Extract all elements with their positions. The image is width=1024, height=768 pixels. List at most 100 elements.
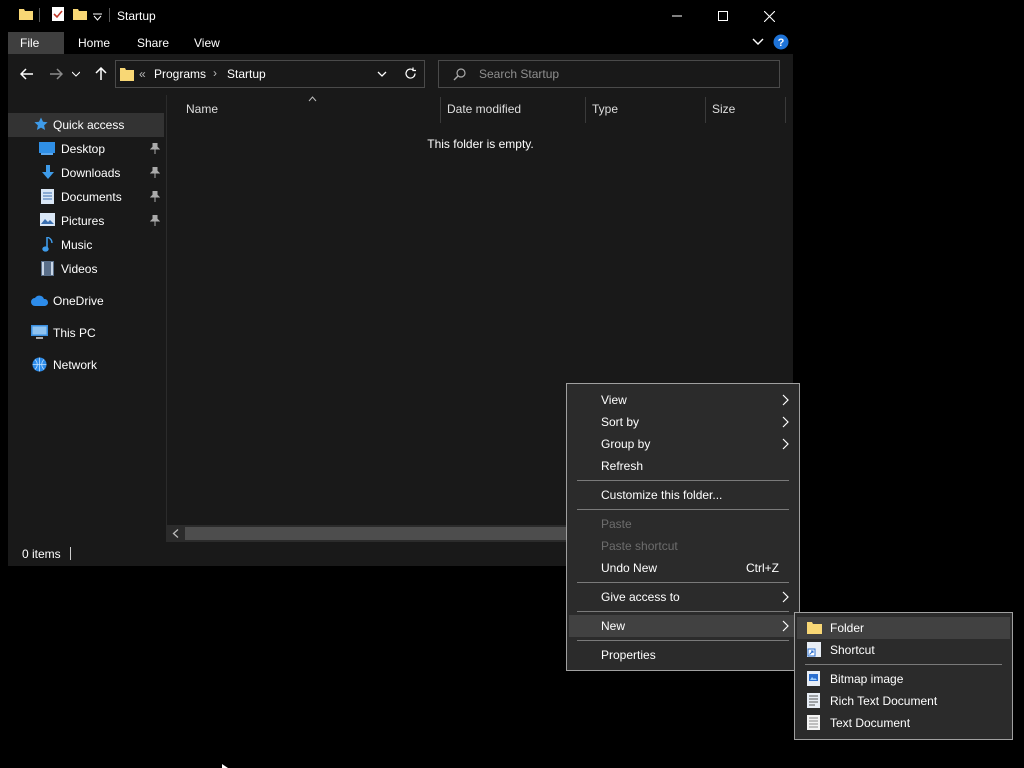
column-divider[interactable] — [705, 97, 706, 123]
menu-label: Undo New — [601, 561, 658, 575]
nav-onedrive[interactable]: OneDrive — [8, 289, 164, 313]
column-header-size[interactable]: Size — [712, 102, 735, 116]
nav-network[interactable]: Network — [8, 353, 164, 377]
submenu-arrow-icon — [782, 620, 789, 632]
menu-label: Rich Text Document — [830, 694, 938, 708]
search-box[interactable]: Search Startup — [438, 60, 780, 88]
new-shortcut-item[interactable]: Shortcut — [797, 639, 1010, 661]
tab-share[interactable]: Share — [125, 32, 181, 54]
qat-dropdown-icon[interactable] — [93, 12, 102, 21]
nav-downloads[interactable]: Downloads — [8, 161, 164, 185]
nav-label: OneDrive — [53, 294, 104, 308]
breadcrumb-separator[interactable]: › — [213, 66, 217, 80]
ribbon-tabs: File Home Share View ? — [8, 32, 793, 54]
maximize-button[interactable] — [700, 0, 746, 32]
nav-this-pc[interactable]: This PC — [8, 321, 164, 345]
up-button[interactable] — [91, 64, 111, 84]
nav-label: Documents — [61, 190, 122, 204]
menu-label: Paste — [601, 517, 632, 531]
folder-icon — [120, 66, 134, 82]
column-header-type[interactable]: Type — [592, 102, 618, 116]
refresh-icon[interactable] — [404, 67, 417, 80]
nav-label: Downloads — [61, 166, 121, 180]
address-bar[interactable]: « Programs › Startup — [115, 60, 425, 88]
menu-item-new[interactable]: New — [569, 615, 797, 637]
forward-button[interactable] — [46, 64, 66, 84]
recent-locations-chevron-icon[interactable] — [70, 64, 82, 84]
address-dropdown-chevron-icon[interactable] — [377, 71, 387, 78]
close-button[interactable] — [746, 0, 792, 32]
menu-label: Text Document — [830, 716, 911, 730]
nav-label: Network — [53, 358, 98, 372]
pin-icon[interactable] — [150, 191, 160, 202]
desktop-icon — [39, 141, 55, 155]
new-rich-text-item[interactable]: Rich Text Document — [797, 690, 1010, 712]
menu-item-view[interactable]: View — [569, 389, 797, 411]
menu-separator — [577, 480, 789, 481]
network-icon — [31, 357, 48, 372]
column-divider[interactable] — [440, 97, 441, 123]
nav-music[interactable]: Music — [8, 233, 164, 257]
menu-item-group-by[interactable]: Group by — [569, 433, 797, 455]
minimize-button[interactable] — [654, 0, 700, 32]
submenu-arrow-icon — [782, 394, 789, 406]
tab-view[interactable]: View — [182, 32, 232, 54]
expand-ribbon-chevron-icon[interactable] — [752, 37, 764, 47]
menu-separator — [577, 582, 789, 583]
nav-documents[interactable]: Documents — [8, 185, 164, 209]
empty-folder-message: This folder is empty. — [427, 137, 534, 151]
menu-item-customize-folder[interactable]: Customize this folder... — [569, 484, 797, 506]
music-note-icon — [42, 237, 54, 252]
pin-icon[interactable] — [150, 215, 160, 226]
breadcrumb-startup[interactable]: Startup — [227, 67, 266, 81]
sort-up-chevron-icon — [308, 96, 317, 102]
back-button[interactable] — [17, 64, 37, 84]
documents-icon — [41, 189, 54, 204]
menu-label: New — [601, 619, 626, 633]
menu-item-sort-by[interactable]: Sort by — [569, 411, 797, 433]
item-count: 0 items — [22, 547, 61, 561]
nav-desktop[interactable]: Desktop — [8, 137, 164, 161]
new-bitmap-item[interactable]: Bitmap image — [797, 668, 1010, 690]
menu-item-undo-new[interactable]: Undo New Ctrl+Z — [569, 557, 797, 579]
new-submenu: Folder Shortcut Bitmap image Rich Text D… — [794, 612, 1013, 740]
pin-icon[interactable] — [150, 167, 160, 178]
column-header-date-modified[interactable]: Date modified — [447, 102, 521, 116]
new-text-document-item[interactable]: Text Document — [797, 712, 1010, 734]
tab-file[interactable]: File — [8, 32, 64, 54]
new-folder-qat-icon[interactable] — [72, 6, 88, 22]
qat-divider — [39, 8, 40, 22]
menu-label: Refresh — [601, 459, 644, 473]
nav-pictures[interactable]: Pictures — [8, 209, 164, 233]
shortcut-icon — [807, 642, 821, 657]
menu-item-paste-shortcut[interactable]: Paste shortcut — [569, 535, 797, 557]
nav-videos[interactable]: Videos — [8, 257, 164, 281]
menu-item-refresh[interactable]: Refresh — [569, 455, 797, 477]
menu-item-paste[interactable]: Paste — [569, 513, 797, 535]
nav-label: Quick access — [53, 118, 125, 132]
properties-qat-icon[interactable] — [50, 6, 66, 22]
nav-label: Pictures — [61, 214, 105, 228]
breadcrumb-programs[interactable]: Programs — [154, 67, 206, 81]
help-icon[interactable]: ? — [773, 34, 789, 50]
menu-label: Give access to — [601, 590, 680, 604]
column-divider[interactable] — [785, 97, 786, 123]
tab-home[interactable]: Home — [66, 32, 122, 54]
pin-icon[interactable] — [150, 143, 160, 154]
menu-separator — [577, 611, 789, 612]
new-folder-item[interactable]: Folder — [797, 617, 1010, 639]
scroll-left-icon[interactable] — [172, 529, 179, 538]
videos-icon — [41, 261, 54, 276]
column-header-name[interactable]: Name — [186, 102, 218, 116]
nav-quick-access[interactable]: Quick access — [8, 113, 164, 137]
menu-label: Shortcut — [830, 643, 875, 657]
menu-item-properties[interactable]: Properties — [569, 644, 797, 666]
column-divider[interactable] — [585, 97, 586, 123]
search-input[interactable]: Search Startup — [479, 67, 559, 81]
context-menu: View Sort by Group by Refresh Customize … — [566, 383, 800, 671]
menu-item-give-access[interactable]: Give access to — [569, 586, 797, 608]
menu-label: Bitmap image — [830, 672, 904, 686]
text-document-icon — [807, 715, 820, 730]
address-overflow[interactable]: « — [139, 67, 146, 81]
nav-label: Desktop — [61, 142, 106, 156]
